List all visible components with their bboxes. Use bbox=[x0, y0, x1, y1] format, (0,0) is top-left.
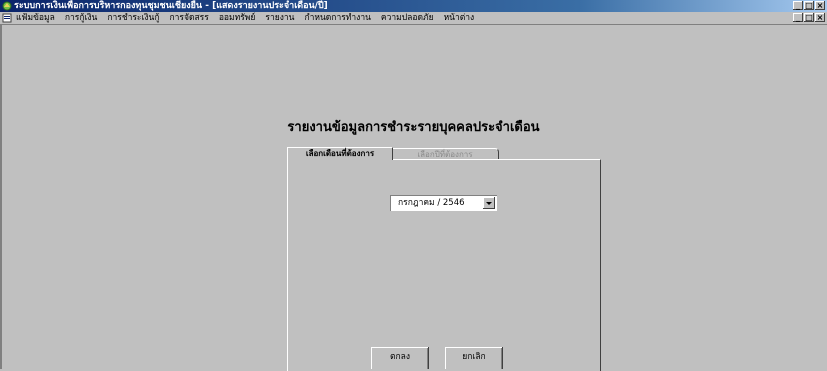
menu-window[interactable]: หน้าต่าง bbox=[444, 12, 475, 24]
menu-repayment[interactable]: การชำระเงินกู้ bbox=[107, 12, 159, 24]
maximize-button[interactable]: □ bbox=[804, 1, 814, 10]
minimize-button[interactable]: _ bbox=[793, 1, 803, 10]
app-icon bbox=[2, 1, 12, 11]
menu-security[interactable]: ความปลอดภัย bbox=[381, 12, 434, 24]
month-select[interactable]: กรกฎาคม / 2546 bbox=[390, 195, 497, 211]
ok-button[interactable]: ตกลง bbox=[371, 347, 429, 369]
menu-allocation[interactable]: การจัดสรร bbox=[170, 12, 209, 24]
menu-loan[interactable]: การกู้เงิน bbox=[65, 12, 98, 24]
menu-schedule[interactable]: กำหนดการทำงาน bbox=[304, 12, 370, 24]
cancel-button[interactable]: ยกเลิก bbox=[445, 347, 503, 369]
doc-restore-button[interactable]: □ bbox=[804, 13, 814, 22]
close-button[interactable]: × bbox=[815, 1, 825, 10]
menu-file[interactable]: แฟ้มข้อมูล bbox=[16, 12, 55, 24]
month-select-value: กรกฎาคม / 2546 bbox=[398, 198, 465, 208]
doc-minimize-button[interactable]: _ bbox=[793, 13, 803, 22]
window-title: ระบบการเงินเพื่อการบริหารกองทุนชุมชนเชีย… bbox=[14, 1, 328, 11]
menu-savings[interactable]: ออมทรัพย์ bbox=[219, 12, 256, 24]
tab-select-month[interactable]: เลือกเดือนที่ต้องการ bbox=[287, 147, 393, 160]
chevron-down-icon[interactable] bbox=[483, 197, 495, 209]
document-icon[interactable] bbox=[2, 13, 12, 23]
doc-close-button[interactable]: × bbox=[815, 13, 825, 22]
title-bar[interactable]: ระบบการเงินเพื่อการบริหารกองทุนชุมชนเชีย… bbox=[0, 0, 827, 12]
menu-report[interactable]: รายงาน bbox=[265, 12, 294, 24]
report-title: รายงานข้อมูลการชำระรายบุคคลประจำเดือน bbox=[287, 120, 540, 135]
menu-bar: แฟ้มข้อมูล การกู้เงิน การชำระเงินกู้ การ… bbox=[0, 12, 827, 25]
tab-panel bbox=[287, 159, 601, 371]
